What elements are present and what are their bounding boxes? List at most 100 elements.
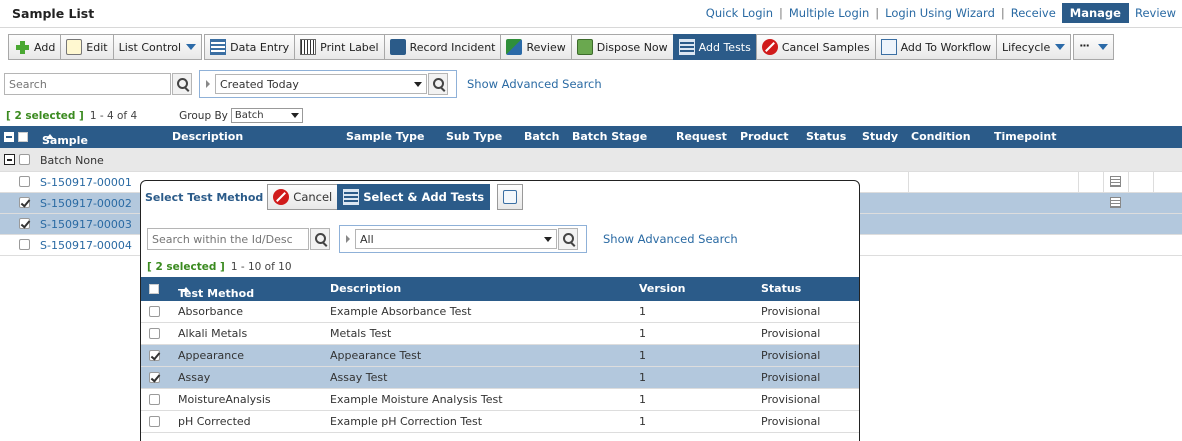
test-method-status: Provisional	[761, 305, 821, 318]
collapse-group-toggle[interactable]	[4, 154, 15, 165]
expand-arrow-icon[interactable]	[346, 235, 350, 243]
lifecycle-button[interactable]: Lifecycle	[995, 34, 1072, 60]
sample-id-link[interactable]: S-150917-00001	[40, 176, 132, 189]
dialog-query-search-button[interactable]	[558, 228, 578, 250]
row-checkbox[interactable]	[149, 372, 160, 383]
dialog-cancel-button[interactable]: Cancel	[267, 184, 339, 210]
sort-asc-icon	[46, 134, 54, 139]
col-request[interactable]: Request	[676, 130, 727, 143]
data-entry-button[interactable]: Data Entry	[204, 34, 296, 60]
login-wizard-link[interactable]: Login Using Wizard	[879, 3, 1001, 23]
dialog-select-all-checkbox[interactable]	[149, 284, 159, 294]
dialog-query-select[interactable]: All	[355, 229, 557, 249]
row-checkbox[interactable]	[19, 176, 30, 187]
expand-arrow-icon[interactable]	[206, 80, 210, 88]
plus-icon	[14, 39, 30, 55]
more-icon: ···	[1079, 39, 1090, 52]
selection-count[interactable]: [ 2 selected ]	[6, 110, 84, 122]
row-checkbox[interactable]	[149, 328, 160, 339]
review-link[interactable]: Review	[1129, 3, 1182, 23]
multiple-login-link[interactable]: Multiple Login	[783, 3, 875, 23]
toolbar: Add Edit List Control Data Entry Print L…	[8, 34, 1114, 60]
test-method-row[interactable]: Assay Assay Test 1 Provisional	[141, 367, 859, 389]
dialog-note-button[interactable]	[497, 184, 524, 210]
record-incident-button[interactable]: Record Incident	[383, 34, 502, 60]
select-all-checkbox[interactable]	[18, 132, 28, 142]
add-label: Add	[34, 40, 56, 54]
add-button[interactable]: Add	[8, 34, 62, 60]
col-dialog-status[interactable]: Status	[761, 282, 801, 295]
test-method-row[interactable]: Alkali Metals Metals Test 1 Provisional	[141, 323, 859, 345]
query-select[interactable]: Created Today	[215, 74, 427, 94]
list-control-button[interactable]: List Control	[112, 34, 203, 60]
col-product[interactable]: Product	[740, 130, 789, 143]
col-description[interactable]: Description	[172, 130, 243, 143]
test-method-description: Appearance Test	[330, 349, 422, 362]
dialog-selection-count[interactable]: [ 2 selected ]	[147, 261, 225, 273]
select-add-tests-button[interactable]: Select & Add Tests	[337, 184, 491, 210]
group-checkbox[interactable]	[19, 154, 30, 165]
dialog-search-button[interactable]	[310, 228, 330, 250]
col-version[interactable]: Version	[639, 282, 686, 295]
more-button[interactable]: ···	[1073, 34, 1114, 60]
review-button[interactable]: Review	[500, 34, 572, 60]
dialog-advanced-search-link[interactable]: Show Advanced Search	[603, 232, 738, 246]
dialog-toolbar: Select Test Method Cancel Select & Add T…	[141, 181, 859, 213]
top-bar: Sample List Quick Login | Multiple Login…	[0, 0, 1182, 28]
row-checkbox[interactable]	[19, 239, 30, 250]
sample-id-link[interactable]: S-150917-00003	[40, 218, 132, 231]
search-row: Created Today Show Advanced Search	[4, 70, 602, 98]
manage-tab[interactable]: Manage	[1061, 3, 1129, 23]
col-sample-type[interactable]: Sample Type	[346, 130, 424, 143]
query-search-button[interactable]	[428, 73, 448, 95]
col-study[interactable]: Study	[862, 130, 898, 143]
select-add-tests-label: Select & Add Tests	[363, 190, 485, 204]
row-checkbox[interactable]	[149, 306, 160, 317]
row-checkbox[interactable]	[149, 416, 160, 427]
notes-icon[interactable]	[1110, 197, 1121, 208]
col-status[interactable]: Status	[806, 130, 846, 143]
col-dialog-description[interactable]: Description	[330, 282, 401, 295]
test-method-row[interactable]: MoistureAnalysis Example Moisture Analys…	[141, 389, 859, 411]
col-batch[interactable]: Batch	[524, 130, 559, 143]
chevron-down-icon	[414, 81, 422, 87]
test-method-row[interactable]: Absorbance Example Absorbance Test 1 Pro…	[141, 301, 859, 323]
data-entry-label: Data Entry	[230, 40, 290, 54]
col-sub-type[interactable]: Sub Type	[446, 130, 502, 143]
group-by-select[interactable]: Batch	[230, 108, 303, 123]
collapse-all-toggle[interactable]	[4, 132, 14, 142]
search-input[interactable]	[4, 73, 171, 95]
test-method-version: 1	[639, 327, 646, 340]
row-checkbox[interactable]	[19, 197, 30, 208]
add-to-workflow-button[interactable]: Add To Workflow	[874, 34, 997, 60]
search-button[interactable]	[172, 73, 192, 95]
data-entry-icon	[210, 39, 227, 55]
row-checkbox[interactable]	[149, 350, 160, 361]
advanced-search-link[interactable]: Show Advanced Search	[467, 77, 602, 91]
col-batch-stage[interactable]: Batch Stage	[572, 130, 647, 143]
dispose-now-button[interactable]: Dispose Now	[570, 34, 674, 60]
test-method-row[interactable]: pH Corrected Example pH Correction Test …	[141, 411, 859, 433]
page-title: Sample List	[12, 6, 95, 21]
receive-link[interactable]: Receive	[1005, 3, 1062, 23]
test-method-row[interactable]: Appearance Appearance Test 1 Provisional	[141, 345, 859, 367]
notes-icon[interactable]	[1110, 176, 1121, 187]
quick-login-link[interactable]: Quick Login	[700, 3, 779, 23]
cancel-icon	[273, 189, 290, 205]
col-condition[interactable]: Condition	[911, 130, 971, 143]
test-method-version: 1	[639, 305, 646, 318]
test-method-version: 1	[639, 393, 646, 406]
add-tests-button[interactable]: Add Tests	[672, 34, 757, 60]
sample-id-link[interactable]: S-150917-00004	[40, 239, 132, 252]
dialog-search-input[interactable]	[147, 228, 309, 250]
row-checkbox[interactable]	[19, 218, 30, 229]
print-label-button[interactable]: Print Label	[294, 34, 385, 60]
sample-id-link[interactable]: S-150917-00002	[40, 197, 132, 210]
edit-button[interactable]: Edit	[60, 34, 114, 60]
record-incident-label: Record Incident	[409, 40, 496, 54]
add-tests-icon	[678, 39, 695, 55]
row-checkbox[interactable]	[149, 394, 160, 405]
col-timepoint[interactable]: Timepoint	[994, 130, 1057, 143]
cancel-samples-button[interactable]: Cancel Samples	[755, 34, 876, 60]
test-method-name: Absorbance	[178, 305, 244, 318]
